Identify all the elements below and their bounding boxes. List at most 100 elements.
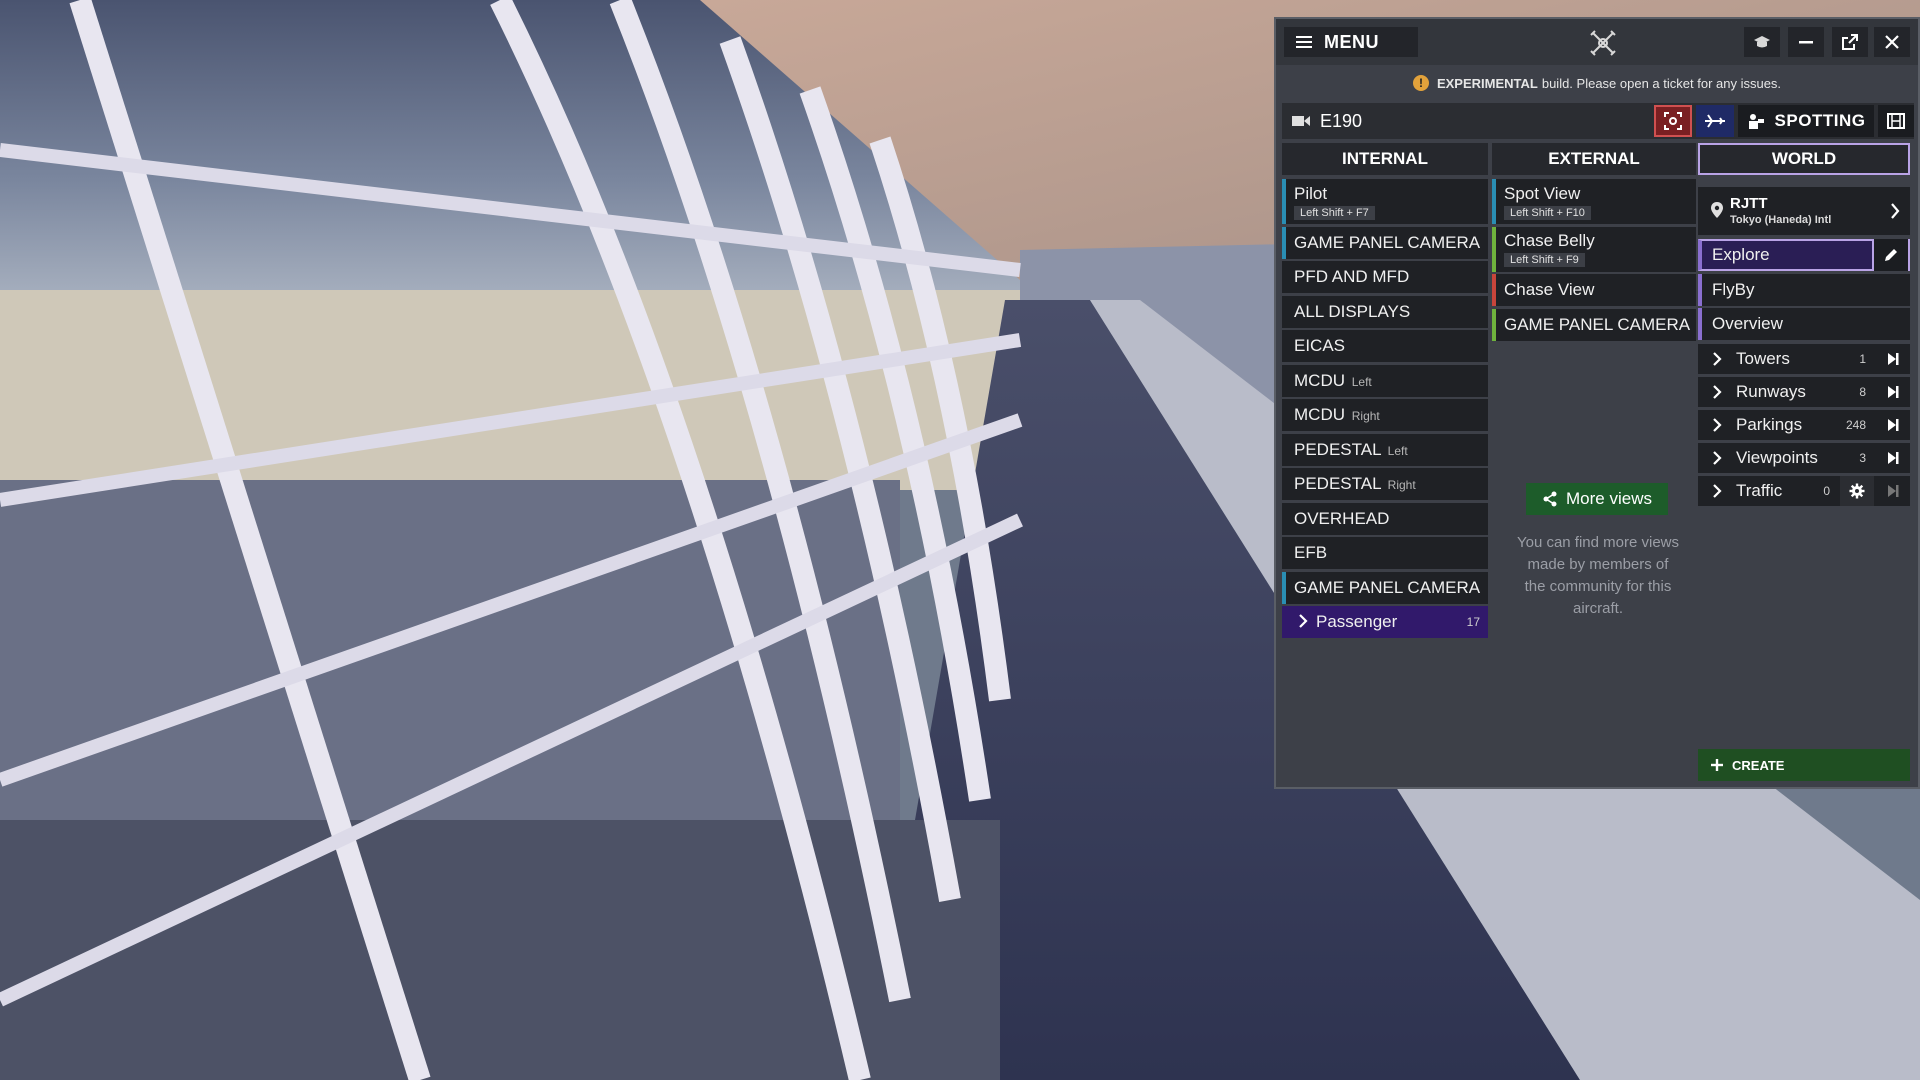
internal-view-pilot[interactable]: Pilot Left Shift + F7 xyxy=(1282,179,1488,224)
group-label: Runways xyxy=(1736,382,1806,401)
tab-external[interactable]: EXTERNAL xyxy=(1492,143,1696,175)
view-label: EFB xyxy=(1294,543,1328,562)
group-count: 17 xyxy=(1466,615,1480,629)
world-view-flyby[interactable]: FlyBy xyxy=(1698,274,1910,306)
internal-group-passenger[interactable]: Passenger 17 xyxy=(1282,606,1488,638)
world-group-runways[interactable]: Runways 8 xyxy=(1698,377,1910,407)
airplane-icon xyxy=(1705,114,1725,128)
warning-icon: ! xyxy=(1412,75,1429,91)
map-pin-icon xyxy=(1711,202,1723,218)
spotting-button[interactable]: SPOTTING xyxy=(1738,105,1874,137)
aircraft-row: E190 SPOTTING xyxy=(1282,103,1914,139)
close-button[interactable] xyxy=(1874,27,1910,57)
group-count: 0 xyxy=(1823,484,1830,498)
skip-next-icon xyxy=(1888,386,1899,398)
create-label: CREATE xyxy=(1732,757,1785,773)
view-label: Pilot xyxy=(1294,183,1328,203)
tab-world[interactable]: WORLD xyxy=(1698,143,1910,175)
skip-next-icon xyxy=(1888,353,1899,365)
view-label: GAME PANEL CAMERA xyxy=(1504,314,1691,334)
view-label: MCDU Right xyxy=(1294,405,1380,424)
focus-camera-button[interactable] xyxy=(1654,105,1692,137)
world-group-towers[interactable]: Towers 1 xyxy=(1698,344,1910,374)
external-view-chase[interactable]: Chase View xyxy=(1492,274,1696,306)
group-label: Passenger xyxy=(1316,612,1398,631)
notice-text: build. Please open a ticket for any issu… xyxy=(1541,75,1782,91)
view-label: ALL DISPLAYS xyxy=(1294,301,1411,321)
more-views-description: You can find more views made by members … xyxy=(1516,534,1680,617)
chevron-right-icon xyxy=(1713,484,1722,498)
skip-next-icon xyxy=(1888,452,1899,464)
create-view-button[interactable]: CREATE xyxy=(1698,749,1910,781)
experimental-notice: ! EXPERIMENTAL build. Please open a ticke… xyxy=(1276,69,1918,97)
view-label: Spot View xyxy=(1504,183,1581,203)
world-group-parkings[interactable]: Parkings 248 xyxy=(1698,410,1910,440)
internal-view-efb[interactable]: EFB xyxy=(1282,537,1488,569)
plus-icon xyxy=(1711,759,1723,771)
chevron-right-icon xyxy=(1713,352,1722,366)
popout-button[interactable] xyxy=(1832,27,1868,57)
more-views-label: More views xyxy=(1566,489,1652,508)
notice-bold: EXPERIMENTAL xyxy=(1436,75,1538,91)
group-count: 8 xyxy=(1859,385,1866,399)
view-label: Explore xyxy=(1712,245,1770,264)
world-view-overview[interactable]: Overview xyxy=(1698,308,1910,340)
internal-view-overhead[interactable]: OVERHEAD xyxy=(1282,502,1488,535)
internal-view-mcdu-left[interactable]: MCDU Left xyxy=(1282,364,1488,397)
cycle-button[interactable] xyxy=(1876,377,1910,407)
internal-view-pedestal-right[interactable]: PEDESTAL Right xyxy=(1282,468,1488,500)
internal-view-eicas[interactable]: EICAS xyxy=(1282,330,1488,362)
external-view-spot[interactable]: Spot View Left Shift + F10 xyxy=(1492,179,1696,224)
world-group-traffic[interactable]: Traffic 0 xyxy=(1698,476,1910,506)
chevron-right-icon xyxy=(1713,451,1722,465)
graduation-cap-icon xyxy=(1754,36,1770,48)
cycle-button[interactable] xyxy=(1876,344,1910,374)
view-label: Chase View xyxy=(1504,280,1595,299)
internal-view-game-panel-camera[interactable]: GAME PANEL CAMERA xyxy=(1282,226,1488,259)
skip-next-icon xyxy=(1888,419,1899,431)
tutorial-button[interactable] xyxy=(1744,27,1780,57)
traffic-settings-button[interactable] xyxy=(1840,476,1874,506)
external-view-game-panel-camera[interactable]: GAME PANEL CAMERA xyxy=(1492,308,1696,341)
close-icon xyxy=(1885,35,1899,49)
minimize-button[interactable] xyxy=(1788,27,1824,57)
world-location[interactable]: RJTT Tokyo (Haneda) Intl xyxy=(1698,187,1910,235)
tab-internal[interactable]: INTERNAL xyxy=(1282,143,1488,175)
view-label: EICAS xyxy=(1294,336,1346,355)
airport-code: RJTT xyxy=(1730,195,1768,212)
group-label: Traffic xyxy=(1736,481,1783,500)
share-icon xyxy=(1543,491,1557,507)
pencil-icon xyxy=(1885,249,1897,261)
chevron-right-icon xyxy=(1713,385,1722,399)
gear-icon xyxy=(1849,483,1865,499)
world-group-viewpoints[interactable]: Viewpoints 3 xyxy=(1698,443,1910,473)
aircraft-name: E190 xyxy=(1320,111,1363,131)
view-label: Chase Belly xyxy=(1504,231,1595,250)
hamburger-icon xyxy=(1296,36,1312,48)
group-label: Viewpoints xyxy=(1736,448,1818,467)
menu-button[interactable]: MENU xyxy=(1284,27,1418,57)
spotting-label: SPOTTING xyxy=(1774,111,1866,130)
cycle-button[interactable] xyxy=(1876,476,1910,506)
edit-button[interactable] xyxy=(1872,239,1908,271)
airport-name: Tokyo (Haneda) Intl xyxy=(1730,214,1832,226)
world-view-explore[interactable]: Explore xyxy=(1698,239,1910,271)
view-label: PEDESTAL Left xyxy=(1294,439,1408,459)
cycle-button[interactable] xyxy=(1876,443,1910,473)
view-label: GAME PANEL CAMERA xyxy=(1294,577,1481,597)
internal-view-pedestal-left[interactable]: PEDESTAL Left xyxy=(1282,433,1488,466)
internal-view-game-panel-camera-2[interactable]: GAME PANEL CAMERA xyxy=(1282,571,1488,604)
internal-view-all-displays[interactable]: ALL DISPLAYS xyxy=(1282,295,1488,328)
video-camera-icon xyxy=(1292,116,1310,126)
aircraft-view-button[interactable] xyxy=(1696,105,1734,137)
external-view-chase-belly[interactable]: Chase Belly Left Shift + F9 xyxy=(1492,226,1696,272)
group-label: Parkings xyxy=(1736,415,1803,434)
skip-next-icon xyxy=(1888,485,1899,497)
more-views-button[interactable]: More views xyxy=(1526,483,1668,515)
drone-camera-icon[interactable] xyxy=(1589,29,1617,57)
internal-view-mcdu-right[interactable]: MCDU Right xyxy=(1282,399,1488,431)
cycle-button[interactable] xyxy=(1876,410,1910,440)
cinematic-button[interactable] xyxy=(1878,105,1914,137)
external-window-icon xyxy=(1842,34,1858,50)
internal-view-pfd-mfd[interactable]: PFD AND MFD xyxy=(1282,261,1488,293)
